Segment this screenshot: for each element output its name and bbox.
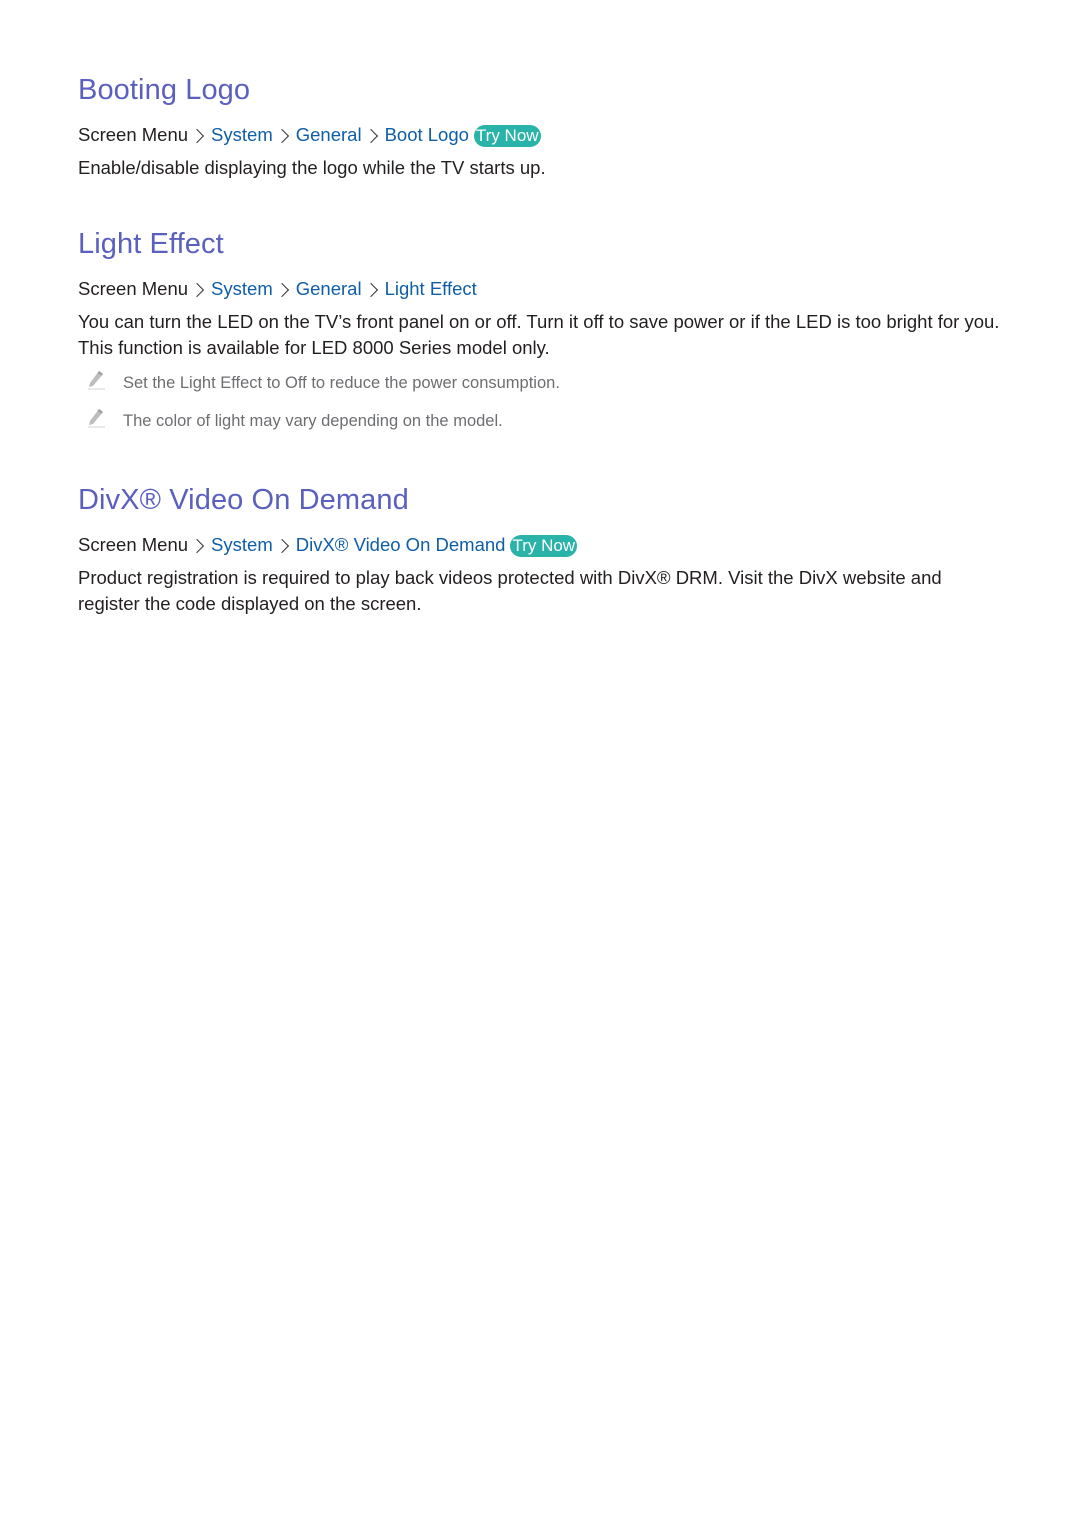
chevron-right-icon [363, 282, 378, 297]
note: The color of light may vary depending on… [78, 409, 1008, 432]
breadcrumb-root: Screen Menu [78, 124, 189, 145]
pencil-icon [88, 371, 105, 390]
try-now-button[interactable]: Try Now [510, 535, 578, 557]
note-text: The color of light may vary depending on… [123, 412, 503, 430]
paragraph: Product registration is required to play… [78, 567, 942, 614]
chevron-right-icon [363, 128, 378, 143]
section-booting-logo: Booting Logo Screen Menu System General Boo… [78, 73, 1008, 181]
breadcrumb-item-system[interactable]: System [211, 278, 273, 299]
chevron-right-icon [274, 538, 289, 553]
note: Set the Light Effect to Off to reduce th… [78, 371, 1008, 394]
pencil-icon [88, 409, 105, 428]
section-title: Booting Logo [78, 74, 251, 106]
paragraph: Enable/disable displaying the logo while… [78, 157, 546, 178]
section-title: Light Effect [78, 228, 224, 260]
breadcrumb-item-general[interactable]: General [296, 278, 362, 299]
breadcrumb-item-divx-vod[interactable]: DivX® Video On Demand [296, 534, 506, 555]
breadcrumb-item-general[interactable]: General [296, 124, 362, 145]
breadcrumb: Screen Menu System DivX® Video On Demand Tr… [78, 533, 1008, 557]
chevron-right-icon [189, 282, 205, 297]
breadcrumb-root: Screen Menu [78, 278, 189, 299]
breadcrumb: Screen Menu System General Boot Logo Try Now [78, 123, 1008, 147]
breadcrumb-item-light-effect[interactable]: Light Effect [385, 278, 477, 299]
section-divx-video-on-demand: DivX® Video On Demand Screen Menu System D… [78, 483, 1008, 616]
chevron-right-icon [274, 128, 289, 143]
try-now-button[interactable]: Try Now [473, 125, 541, 147]
breadcrumb: Screen Menu System General Light Effect [78, 277, 1008, 301]
paragraph: You can turn the LED on the TV’s front p… [78, 311, 1000, 358]
breadcrumb-root: Screen Menu [78, 534, 189, 555]
breadcrumb-item-system[interactable]: System [211, 124, 273, 145]
section-light-effect: Light Effect Screen Menu System General Lig… [78, 227, 1008, 432]
chevron-right-icon [189, 538, 205, 553]
chevron-right-icon [189, 128, 205, 143]
breadcrumb-item-boot-logo[interactable]: Boot Logo [385, 124, 469, 145]
note-text: Set the Light Effect to Off to reduce th… [123, 374, 560, 392]
breadcrumb-item-system[interactable]: System [211, 534, 273, 555]
chevron-right-icon [274, 282, 289, 297]
section-title: DivX® Video On Demand [78, 484, 409, 516]
